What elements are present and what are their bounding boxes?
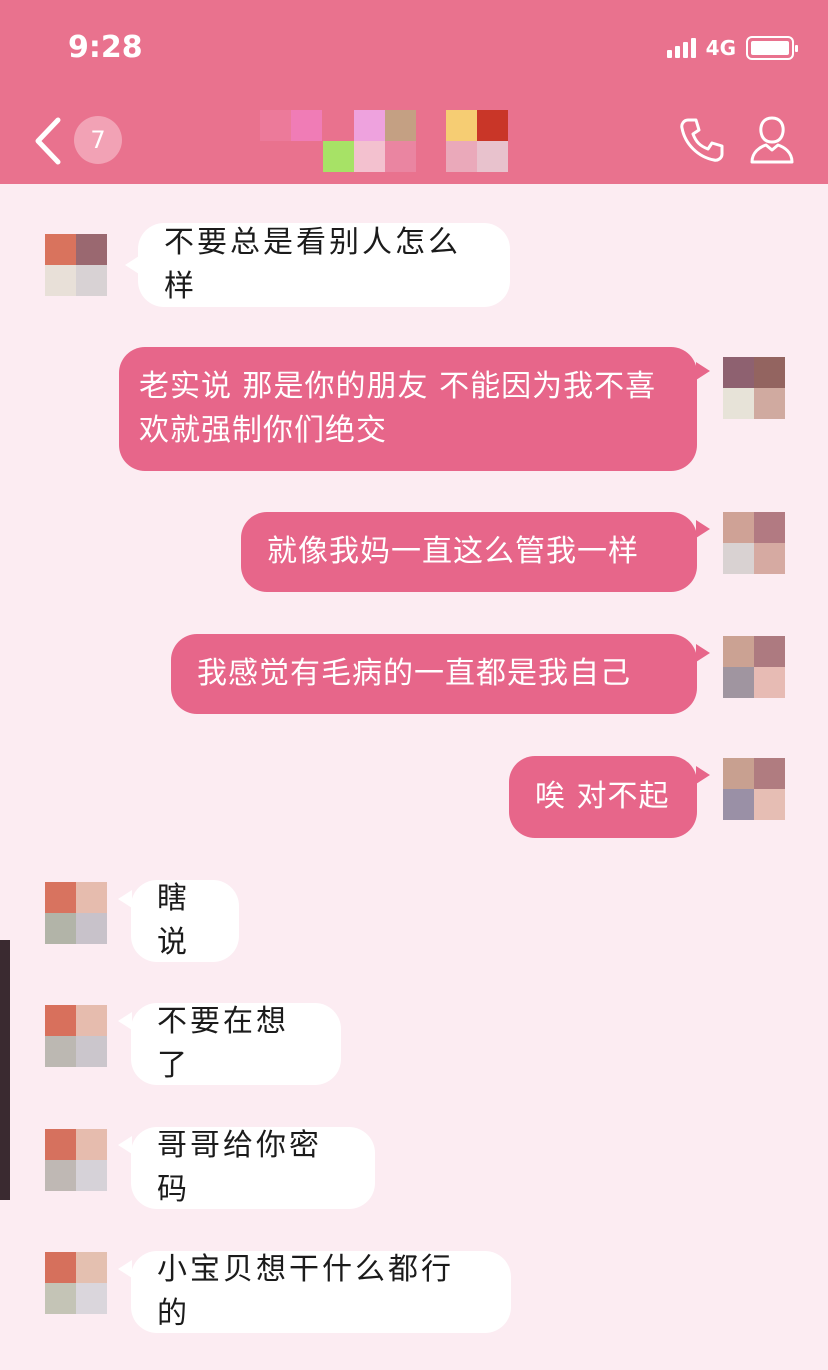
message-bubble-incoming[interactable]: 不要在想了: [131, 1003, 341, 1085]
battery-icon: [746, 36, 798, 60]
message-bubble-incoming[interactable]: 小宝贝想干什么都行的: [131, 1251, 511, 1333]
bubble-tail: [118, 1260, 132, 1278]
back-chevron-icon[interactable]: [30, 116, 66, 166]
chat-header: 9:28 4G 7: [0, 0, 828, 184]
my-avatar[interactable]: [723, 512, 785, 574]
bubble-tail: [118, 1012, 132, 1030]
message-bubble-outgoing[interactable]: 老实说 那是你的朋友 不能因为我不喜欢就强制你们绝交: [119, 347, 697, 471]
message-text: 小宝贝想干什么都行的: [157, 1252, 454, 1331]
bubble-tail: [696, 362, 710, 380]
contact-avatar[interactable]: [45, 1005, 107, 1067]
signal-icon: [666, 38, 696, 58]
message-bubble-incoming[interactable]: 瞎说: [131, 880, 239, 962]
contact-avatar[interactable]: [45, 882, 107, 944]
phone-icon[interactable]: [678, 116, 726, 164]
my-avatar[interactable]: [723, 758, 785, 820]
message-text: 不要总是看别人怎么样: [164, 225, 461, 304]
message-text: 老实说 那是你的朋友 不能因为我不喜欢就强制你们绝交: [139, 369, 657, 448]
contact-avatar[interactable]: [45, 234, 107, 296]
message-bubble-outgoing[interactable]: 我感觉有毛病的一直都是我自己: [171, 634, 697, 714]
message-text: 就像我妈一直这么管我一样: [267, 534, 639, 569]
my-avatar[interactable]: [723, 636, 785, 698]
message-bubble-outgoing[interactable]: 唉 对不起: [509, 756, 697, 838]
bubble-tail: [696, 766, 710, 784]
message-bubble-incoming[interactable]: 不要总是看别人怎么样: [138, 223, 510, 307]
my-avatar[interactable]: [723, 357, 785, 419]
profile-icon[interactable]: [748, 114, 796, 166]
unread-count-badge[interactable]: 7: [74, 116, 122, 164]
bubble-tail: [118, 890, 132, 908]
contact-avatar[interactable]: [45, 1129, 107, 1191]
contact-avatar[interactable]: [45, 1252, 107, 1314]
bubble-tail: [118, 1136, 132, 1154]
screen-edge-artifact: [0, 940, 10, 1200]
message-bubble-incoming[interactable]: 哥哥给你密码: [131, 1127, 375, 1209]
message-text: 瞎说: [157, 881, 190, 960]
status-indicators: 4G: [666, 36, 798, 60]
message-text: 我感觉有毛病的一直都是我自己: [197, 656, 631, 691]
message-text: 不要在想了: [157, 1004, 289, 1083]
bubble-tail: [125, 256, 139, 274]
message-bubble-outgoing[interactable]: 就像我妈一直这么管我一样: [241, 512, 697, 592]
message-text: 唉 对不起: [535, 779, 670, 814]
status-time: 9:28: [68, 30, 143, 65]
message-text: 哥哥给你密码: [157, 1128, 322, 1207]
bubble-tail: [696, 520, 710, 538]
network-type: 4G: [705, 36, 736, 60]
bubble-tail: [696, 644, 710, 662]
